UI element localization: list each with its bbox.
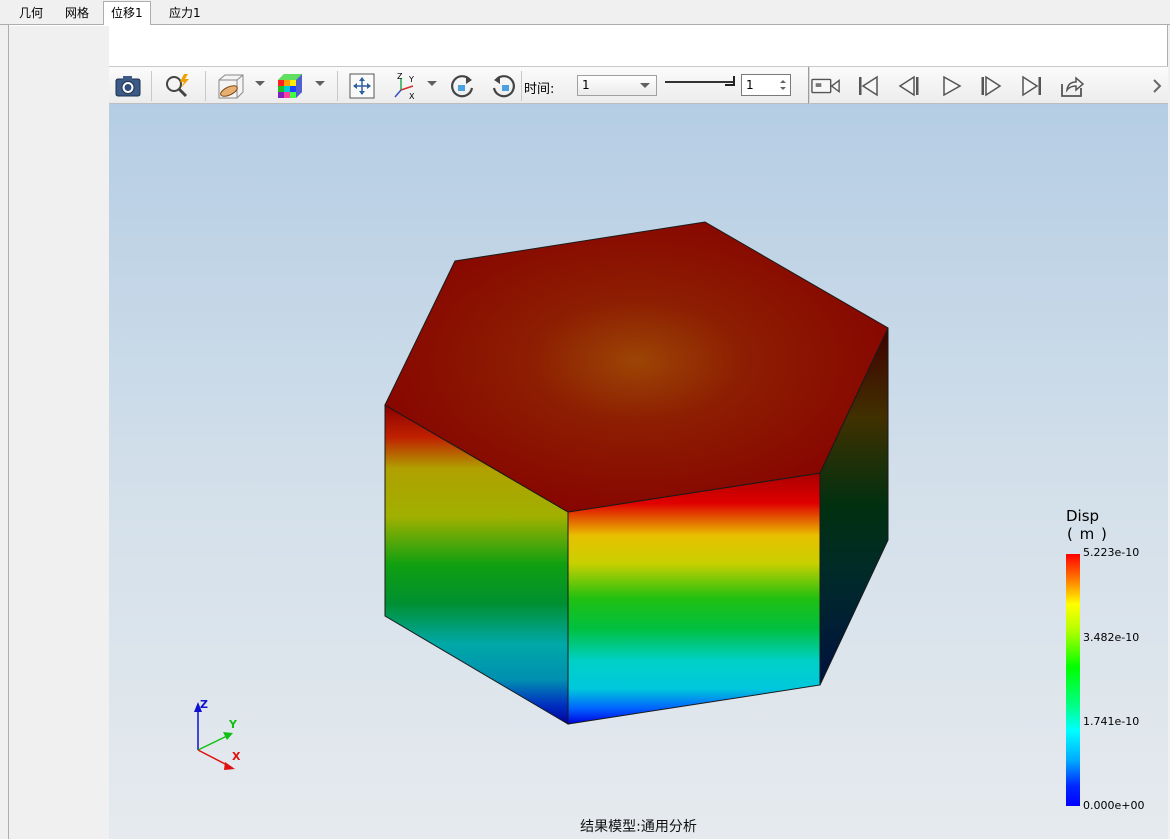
results-viewport[interactable]: Z Y X Disp ( m ) 5.223e-10 3.482e-10 1.7… <box>109 104 1168 839</box>
legend-label-2: 3.482e-10 <box>1083 631 1140 644</box>
post-toolbar: ZYX 时间: 1 1 <box>109 66 1168 105</box>
coordinate-triad <box>194 702 235 770</box>
spin-down-icon[interactable] <box>780 87 786 90</box>
svg-text:Z: Z <box>397 72 403 81</box>
legend-label-min: 0.000e+00 <box>1083 799 1145 812</box>
legend-label-3: 1.741e-10 <box>1083 715 1140 728</box>
tab-bar: 几何 网格 位移1 应力1 <box>0 0 1170 26</box>
last-frame-icon[interactable] <box>1017 71 1047 101</box>
rotate-cw-icon[interactable] <box>447 71 477 101</box>
time-slider-track[interactable] <box>665 81 733 83</box>
tab-stress[interactable]: 应力1 <box>162 3 208 25</box>
axis-view-dropdown-arrow[interactable] <box>427 81 437 86</box>
section-dropdown-arrow[interactable] <box>255 81 265 86</box>
tab-mesh[interactable]: 网格 <box>58 3 96 25</box>
hexagon-model[interactable] <box>109 104 1168 839</box>
first-frame-icon[interactable] <box>853 71 883 101</box>
fit-view-icon[interactable] <box>347 71 377 101</box>
play-icon[interactable] <box>936 71 966 101</box>
export-icon[interactable] <box>1057 71 1087 101</box>
triad-x-label: X <box>232 750 241 763</box>
toolbar-separator <box>337 71 338 101</box>
pick-query-icon[interactable] <box>163 71 193 101</box>
camera-icon[interactable] <box>113 71 143 101</box>
toolbar-group-separator <box>808 67 810 105</box>
record-video-icon[interactable] <box>811 71 841 101</box>
section-cube-icon[interactable] <box>215 71 245 101</box>
chevron-down-icon <box>640 83 650 88</box>
time-select-value: 1 <box>582 78 590 92</box>
colormap-cube-icon[interactable] <box>275 71 305 101</box>
colormap-dropdown-arrow[interactable] <box>315 81 325 86</box>
svg-text:Y: Y <box>408 75 414 84</box>
tab-displacement[interactable]: 位移1 <box>103 1 151 26</box>
legend-unit: ( m ) <box>1067 525 1108 543</box>
triad-z-label: Z <box>200 698 208 711</box>
result-model-status: 结果模型:通用分析 <box>580 819 697 835</box>
toolbar-separator <box>521 71 522 101</box>
rotate-ccw-icon[interactable] <box>489 71 519 101</box>
triad-y-label: Y <box>229 718 237 731</box>
time-slider-handle[interactable] <box>725 76 735 86</box>
spin-up-icon[interactable] <box>780 80 786 83</box>
toolbar-separator <box>151 71 152 101</box>
time-label: 时间: <box>524 82 555 97</box>
svg-text:X: X <box>409 92 415 100</box>
toolbar-separator <box>205 71 206 101</box>
legend-title: Disp <box>1066 507 1100 525</box>
toolbar-overflow-icon[interactable] <box>1149 71 1165 101</box>
frame-spinbox[interactable]: 1 <box>741 74 791 96</box>
left-panel <box>9 26 109 839</box>
legend-colorbar <box>1066 554 1080 806</box>
time-select[interactable]: 1 <box>577 75 657 96</box>
next-frame-icon[interactable] <box>976 71 1006 101</box>
prev-frame-icon[interactable] <box>894 71 924 101</box>
axis-view-icon[interactable]: ZYX <box>391 71 421 101</box>
frame-spinbox-value: 1 <box>746 78 754 92</box>
tab-geometry[interactable]: 几何 <box>12 3 50 25</box>
legend-label-max: 5.223e-10 <box>1083 546 1140 559</box>
